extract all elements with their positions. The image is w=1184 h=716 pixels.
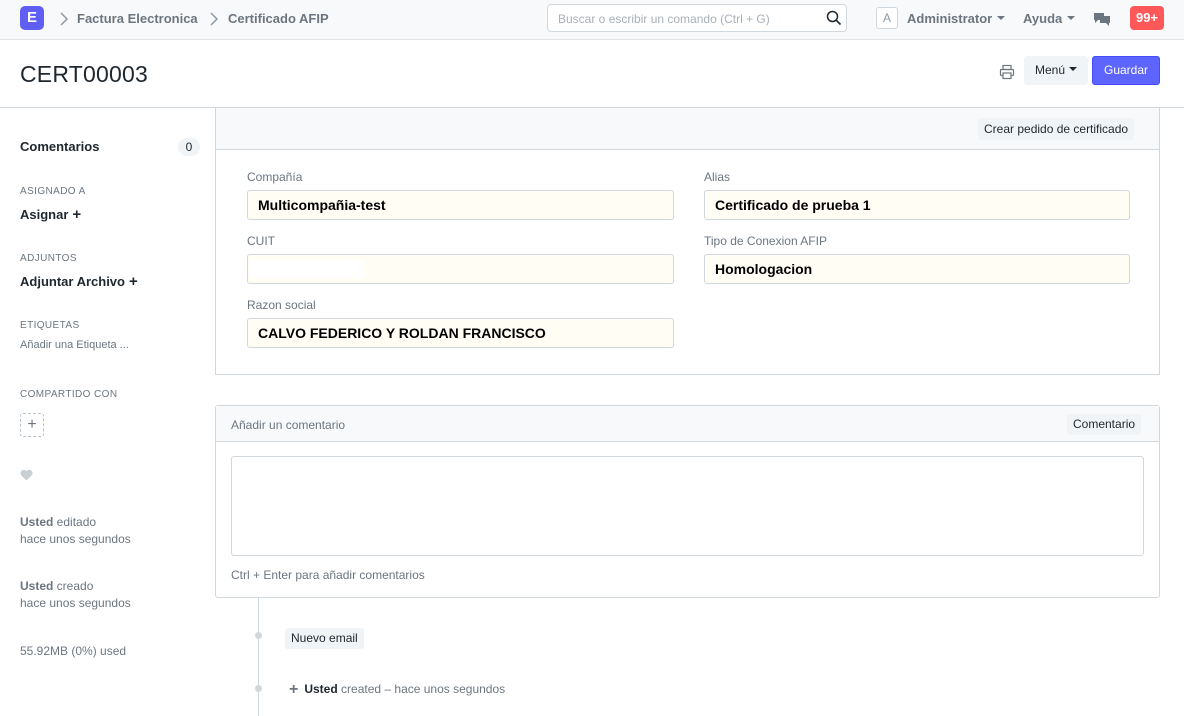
storage-usage: 55.92MB (0%) used bbox=[20, 644, 127, 658]
save-button[interactable]: Guardar bbox=[1092, 56, 1160, 85]
attach-file-button[interactable]: Adjuntar Archivo + bbox=[20, 273, 138, 290]
printer-icon[interactable] bbox=[999, 64, 1015, 80]
assign-button[interactable]: Asignar + bbox=[20, 206, 81, 223]
timeline-dot bbox=[255, 632, 262, 639]
search-icon[interactable] bbox=[826, 10, 842, 26]
assign-label: Asignar bbox=[20, 207, 69, 222]
help-dropdown[interactable]: Ayuda bbox=[1023, 11, 1076, 26]
created-time: hace unos segundos bbox=[20, 596, 131, 610]
menu-label: Menú bbox=[1034, 63, 1066, 77]
form-section: Crear pedido de certificado Compañía Mul… bbox=[215, 108, 1160, 375]
created-info: Usted creado hace unos segundos bbox=[20, 578, 131, 612]
chat-icon[interactable] bbox=[1093, 11, 1111, 27]
caret-down-icon bbox=[1067, 16, 1076, 20]
timeline-created-item: + Usted created – hace unos segundos bbox=[289, 681, 505, 699]
comment-hint: Ctrl + Enter para añadir comentarios bbox=[231, 568, 425, 582]
breadcrumb-factura-electronica[interactable]: Factura Electronica bbox=[77, 11, 198, 26]
user-dropdown[interactable]: Administrator bbox=[907, 11, 1006, 26]
plus-icon: + bbox=[72, 206, 82, 223]
timeline-text: created – hace unos segundos bbox=[337, 682, 506, 696]
plus-icon: + bbox=[289, 681, 299, 698]
add-share-button[interactable]: + bbox=[20, 413, 44, 437]
cuit-label: CUIT bbox=[247, 234, 275, 248]
alias-field[interactable]: Certificado de prueba 1 bbox=[704, 190, 1130, 220]
heart-icon[interactable] bbox=[20, 469, 33, 481]
comment-textarea[interactable] bbox=[231, 456, 1144, 556]
timeline-line bbox=[258, 598, 259, 716]
create-certificate-request-button[interactable]: Crear pedido de certificado bbox=[978, 118, 1135, 140]
edited-action: editado bbox=[53, 515, 97, 529]
edited-time: hace unos segundos bbox=[20, 532, 131, 546]
alias-label: Alias bbox=[704, 170, 731, 184]
attachments-heading: ADJUNTOS bbox=[20, 253, 77, 264]
assigned-heading: ASIGNADO A bbox=[20, 186, 86, 197]
new-email-button[interactable]: Nuevo email bbox=[285, 628, 364, 649]
add-tag-link[interactable]: Añadir una Etiqueta ... bbox=[20, 339, 129, 351]
avatar[interactable]: A bbox=[876, 7, 898, 29]
connection-type-label: Tipo de Conexion AFIP bbox=[704, 234, 827, 248]
business-name-field[interactable]: CALVO FEDERICO Y ROLDAN FRANCISCO bbox=[247, 318, 674, 348]
tags-heading: ETIQUETAS bbox=[20, 320, 80, 331]
redacted-value bbox=[250, 260, 364, 278]
connection-type-field[interactable]: Homologacion bbox=[704, 254, 1130, 284]
notifications-badge[interactable]: 99+ bbox=[1130, 6, 1164, 30]
timeline-user: Usted bbox=[304, 682, 338, 696]
edited-user: Usted bbox=[20, 515, 54, 529]
plus-icon: + bbox=[128, 273, 138, 290]
form-toolbar: Crear pedido de certificado bbox=[216, 108, 1159, 150]
comments-count-badge: 0 bbox=[178, 138, 200, 156]
created-user: Usted bbox=[20, 579, 54, 593]
business-name-label: Razon social bbox=[247, 298, 316, 312]
search-placeholder: Buscar o escribir un comando (Ctrl + G) bbox=[558, 12, 770, 26]
comment-button[interactable]: Comentario bbox=[1067, 414, 1142, 435]
help-label: Ayuda bbox=[1023, 11, 1063, 26]
created-action: creado bbox=[53, 579, 94, 593]
page-head: CERT00003 Menú Guardar bbox=[0, 40, 1184, 108]
comment-title: Añadir un comentario bbox=[231, 418, 346, 432]
page-title: CERT00003 bbox=[20, 61, 148, 87]
cuit-field[interactable] bbox=[247, 254, 674, 284]
company-field[interactable]: Multicompañia-test bbox=[247, 190, 674, 220]
navbar: E Factura Electronica Certificado AFIP B… bbox=[0, 0, 1184, 40]
app-logo[interactable]: E bbox=[20, 6, 44, 30]
comment-header: Añadir un comentario Comentario bbox=[216, 406, 1159, 442]
timeline-dot bbox=[255, 685, 262, 692]
caret-down-icon bbox=[997, 16, 1006, 20]
edited-info: Usted editado hace unos segundos bbox=[20, 514, 131, 548]
search-input[interactable]: Buscar o escribir un comando (Ctrl + G) bbox=[547, 4, 847, 32]
sidebar-comments-label[interactable]: Comentarios bbox=[20, 139, 99, 154]
comment-section: Añadir un comentario Comentario Ctrl + E… bbox=[215, 405, 1160, 598]
chevron-right-icon bbox=[60, 12, 69, 26]
company-label: Compañía bbox=[247, 170, 303, 184]
chevron-right-icon bbox=[210, 12, 219, 26]
breadcrumb-certificado-afip[interactable]: Certificado AFIP bbox=[228, 11, 329, 26]
shared-heading: COMPARTIDO CON bbox=[20, 389, 118, 400]
attach-label: Adjuntar Archivo bbox=[20, 274, 125, 289]
menu-button[interactable]: Menú bbox=[1024, 56, 1088, 85]
user-label: Administrator bbox=[907, 11, 993, 26]
caret-down-icon bbox=[1069, 67, 1078, 71]
